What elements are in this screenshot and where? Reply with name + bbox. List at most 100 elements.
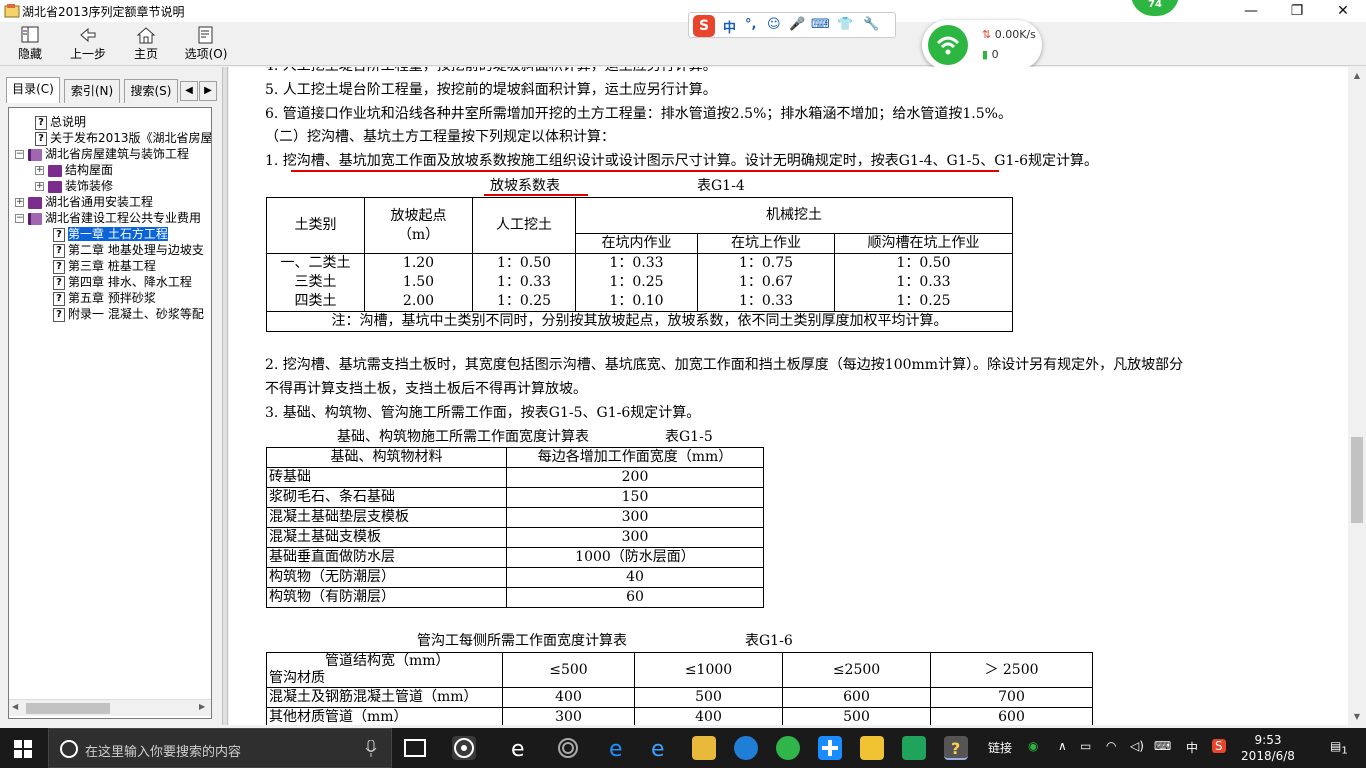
tray-volume-icon[interactable]: ◁)	[1130, 739, 1144, 753]
tree-item-label: 总说明	[50, 115, 87, 129]
cell-text: 1.50	[402, 274, 435, 290]
tree-item[interactable]: ? 第四章 排水、降水工程	[53, 274, 192, 290]
tree-item[interactable]: − 湖北省建设工程公共专业费用	[15, 210, 201, 226]
tray-network-icon[interactable]: ◠	[1106, 739, 1116, 753]
network-monitor-widget[interactable]: ⇅ 0.00K/s ▮ 0	[922, 20, 1042, 70]
table-note: 注：沟槽，基坑中土类别不同时，分别按其放坡起点，放坡系数，依不同土类别厚度加权平…	[266, 311, 1013, 332]
scroll-right-icon[interactable]: ▶	[199, 702, 205, 711]
tree-item[interactable]: − 湖北省房屋建筑与装饰工程	[15, 146, 189, 162]
home-label: 主页	[133, 47, 158, 61]
expand-icon[interactable]: +	[35, 182, 44, 191]
ie-blue-icon[interactable]: e	[648, 736, 672, 762]
tray-battery-icon[interactable]: ▭	[1080, 739, 1091, 753]
microphone-icon[interactable]	[365, 740, 377, 758]
task-view-icon[interactable]	[404, 739, 426, 757]
collapse-icon[interactable]: −	[15, 214, 24, 223]
tab-contents[interactable]: 目录(C)	[6, 77, 60, 103]
scroll-up-icon[interactable]: ▲	[1348, 67, 1366, 84]
tree-item[interactable]: + 结构屋面	[35, 162, 113, 178]
expand-icon[interactable]: +	[15, 198, 24, 207]
help-page-icon: ?	[53, 291, 65, 306]
table-cell: 混凝土及钢筋混凝土管道（mm）	[266, 687, 503, 708]
content-vertical-scrollbar[interactable]: ▲ ▼	[1348, 67, 1366, 725]
help-viewer-active-icon[interactable]: ?	[944, 736, 968, 760]
search-placeholder: 在这里输入你要搜索的内容	[85, 745, 242, 760]
ime-emoji-icon[interactable]: ☺	[767, 17, 781, 32]
home-button[interactable]: 主页	[118, 24, 174, 64]
windows-start-icon[interactable]	[14, 740, 32, 758]
tray-wifi-icon[interactable]: ◉	[1028, 739, 1038, 753]
notepad-app-icon[interactable]	[860, 736, 884, 760]
tray-sogou-icon[interactable]: S	[1212, 739, 1226, 753]
tree-item-label: 装饰装修	[65, 179, 114, 193]
table-header: 基础、构筑物材料	[266, 447, 507, 468]
tray-expand-icon[interactable]: ∧	[1058, 739, 1067, 753]
scrollbar-thumb[interactable]	[1351, 437, 1363, 523]
cell-text: 1：0.33	[896, 274, 951, 290]
ime-toolbar[interactable]: S 中 °, ☺ 🎤 ⌨ 👕 🔧	[688, 12, 896, 38]
ime-punctuation[interactable]: °,	[745, 17, 756, 32]
taskbar-search-box[interactable]: 在这里输入你要搜索的内容	[48, 728, 392, 768]
notification-center-icon[interactable]: ▤1	[1330, 739, 1348, 756]
ime-keyboard-icon[interactable]: ⌨	[811, 17, 830, 32]
plus-app-icon[interactable]	[818, 736, 842, 760]
close-button[interactable]: ✕	[1320, 0, 1366, 22]
browser-g-icon[interactable]	[734, 736, 758, 760]
back-button[interactable]: 上一步	[60, 24, 116, 64]
tab-scroll-left-icon[interactable]: ◀	[180, 81, 198, 101]
table-cell: 150	[506, 487, 764, 508]
pinwheel-app-icon[interactable]	[452, 736, 476, 760]
tree-item-label: 湖北省房屋建筑与装饰工程	[45, 147, 190, 161]
table-header-unit: （m）	[397, 226, 440, 243]
scroll-left-icon[interactable]: ◀	[12, 702, 18, 711]
scrollbar-thumb[interactable]	[26, 703, 110, 714]
ime-voice-icon[interactable]: 🎤	[789, 17, 805, 32]
table-cell: 1：0.50 1：0.33 1：0.25	[472, 253, 576, 312]
tree-item-selected[interactable]: ? 第一章 土石方工程	[53, 226, 168, 242]
ime-skin-icon[interactable]: 👕	[837, 17, 853, 32]
tree-horizontal-scrollbar[interactable]: ◀ ▶	[9, 699, 211, 716]
sync-app-icon[interactable]	[556, 736, 580, 760]
ie-browser-icon[interactable]: e	[508, 736, 532, 762]
table-header: 机械挖土	[575, 197, 1013, 234]
svg-text:e: e	[609, 737, 623, 760]
table-cell: 1：0.33 1：0.25 1：0.10	[575, 253, 698, 312]
minimize-button[interactable]: —	[1228, 0, 1274, 22]
tree-item[interactable]: ? 附录一 混凝土、砂浆等配	[53, 306, 204, 322]
collapse-icon[interactable]: −	[15, 150, 24, 159]
panel-splitter[interactable]	[222, 67, 228, 725]
tray-link-label[interactable]: 链接	[988, 739, 1012, 756]
ime-tools-icon[interactable]: 🔧	[863, 17, 879, 32]
hide-button[interactable]: 隐藏	[2, 24, 58, 64]
network-count-value: 0	[991, 48, 999, 61]
table-row: 构筑物（有防潮层） 60	[266, 587, 764, 608]
options-button[interactable]: 选项(O)	[178, 24, 234, 64]
tray-keyboard-icon[interactable]: ⌨	[1154, 739, 1171, 753]
table-cell: 基础垂直面做防水层	[266, 547, 507, 568]
file-explorer-icon[interactable]	[692, 736, 716, 760]
taskbar-clock[interactable]: 9:53 2018/6/8	[1238, 732, 1298, 764]
scroll-down-icon[interactable]: ▼	[1348, 708, 1366, 725]
wechat-like-icon[interactable]	[776, 736, 800, 760]
help-page-icon: ?	[53, 259, 65, 274]
contents-tree[interactable]: ? 总说明 ? 关于发布2013版《湖北省房屋 − 湖北省房屋建筑与装饰工程 + 结构屋…	[8, 107, 212, 719]
tab-scroll-right-icon[interactable]: ▶	[199, 81, 217, 101]
tab-search[interactable]: 搜索(S)	[124, 79, 178, 103]
tree-item[interactable]: ? 第五章 预拌砂浆	[53, 290, 156, 306]
tree-item[interactable]: + 装饰装修	[35, 178, 113, 194]
glodon-app-icon[interactable]	[902, 736, 926, 760]
tree-item[interactable]: + 湖北省通用安装工程	[15, 194, 153, 210]
tree-item[interactable]: ? 关于发布2013版《湖北省房屋	[35, 130, 211, 146]
tree-item[interactable]: ? 第二章 地基处理与边坡支	[53, 242, 204, 258]
edge-browser-icon[interactable]: e	[606, 736, 630, 762]
sogou-logo-icon[interactable]: S	[693, 15, 715, 37]
expand-icon[interactable]: +	[35, 166, 44, 175]
ime-chinese-mode[interactable]: 中	[723, 17, 736, 36]
table-header-text: 管沟材质	[269, 670, 325, 686]
tree-item[interactable]: ? 总说明	[35, 114, 86, 130]
book-icon	[28, 196, 42, 209]
maximize-button[interactable]: ❐	[1274, 0, 1320, 22]
tree-item[interactable]: ? 第三章 桩基工程	[53, 258, 156, 274]
tray-ime-lang[interactable]: 中	[1186, 739, 1198, 756]
tab-index[interactable]: 索引(N)	[64, 79, 120, 103]
